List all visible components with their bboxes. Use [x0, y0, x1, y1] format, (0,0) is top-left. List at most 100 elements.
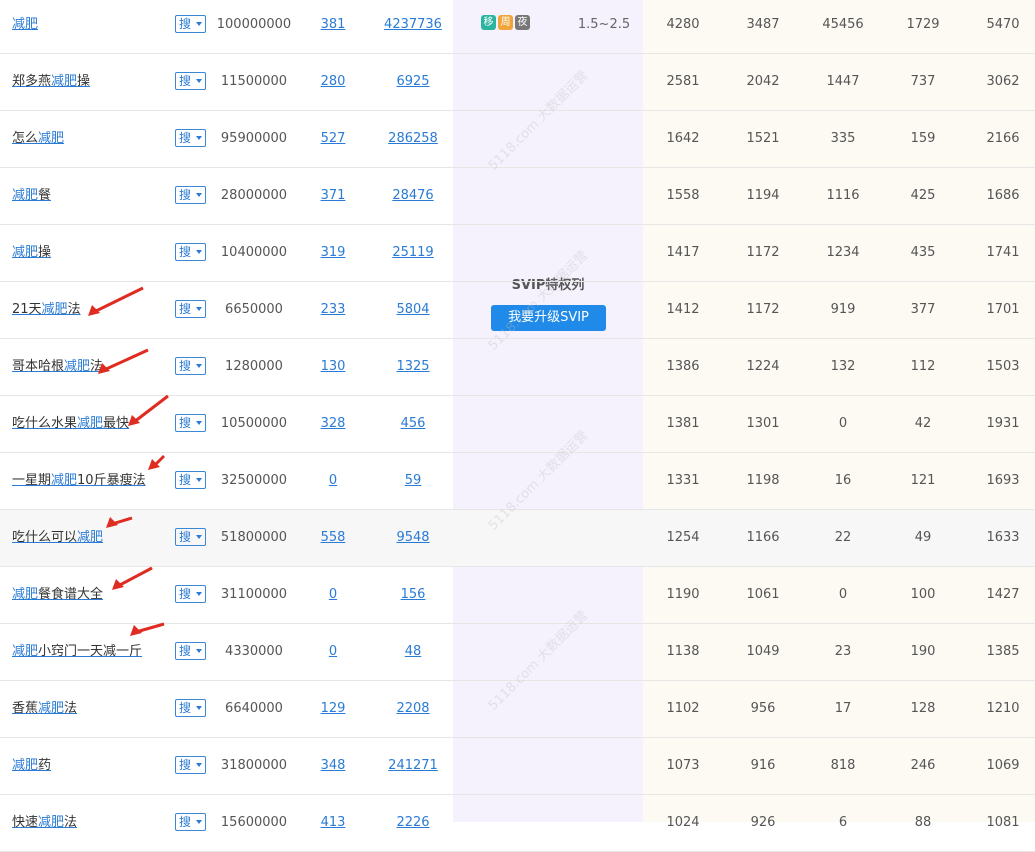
result-link[interactable]: 1325 — [380, 339, 446, 395]
count-link[interactable]: 328 — [310, 396, 356, 452]
caret-down-icon — [196, 820, 202, 824]
keyword-highlight: 减肥 — [12, 587, 39, 602]
count-link[interactable]: 0 — [310, 567, 356, 623]
keyword-highlight: 减肥 — [38, 701, 65, 716]
metric-value: 6 — [838, 815, 848, 830]
result-link[interactable]: 2226 — [380, 795, 446, 851]
keyword-link[interactable]: 快速减肥法 — [12, 795, 77, 851]
keyword-link[interactable]: 减肥小窍门一天减一斤 — [12, 624, 142, 680]
keyword-text: 哥本哈根 — [12, 359, 65, 374]
metric-value: 1558 — [666, 188, 700, 203]
search-dropdown-button[interactable]: 搜 — [175, 243, 206, 261]
result-link[interactable]: 4237736 — [380, 0, 446, 53]
index-value: 10500000 — [220, 416, 288, 431]
search-dropdown-button[interactable]: 搜 — [175, 528, 206, 546]
count-link[interactable]: 0 — [310, 624, 356, 680]
result-link[interactable]: 2208 — [380, 681, 446, 737]
keyword-text: 快速 — [12, 815, 39, 830]
result-link[interactable]: 241271 — [380, 738, 446, 794]
result-link[interactable]: 286258 — [380, 111, 446, 167]
index-value: 4330000 — [225, 644, 283, 659]
search-dropdown-button[interactable]: 搜 — [175, 300, 206, 318]
keyword-highlight: 减肥 — [51, 473, 78, 488]
metric-value: 1381 — [666, 416, 700, 431]
count-link[interactable]: 233 — [310, 282, 356, 338]
count-link[interactable]: 527 — [310, 111, 356, 167]
metric-value: 916 — [750, 758, 776, 773]
result-link[interactable]: 5804 — [380, 282, 446, 338]
search-dropdown-button[interactable]: 搜 — [175, 699, 206, 717]
search-dropdown-button[interactable]: 搜 — [175, 471, 206, 489]
keyword-link[interactable]: 一星期减肥10斤暴瘦法 — [12, 453, 146, 509]
keyword-text: 法 — [64, 815, 78, 830]
metric-value: 42 — [914, 416, 932, 431]
keyword-link[interactable]: 减肥餐食谱大全 — [12, 567, 103, 623]
metric-value: 1081 — [986, 815, 1020, 830]
search-dropdown-button[interactable]: 搜 — [175, 642, 206, 660]
metric-value: 49 — [914, 530, 932, 545]
keyword-link[interactable]: 吃什么可以减肥 — [12, 510, 103, 566]
count-link[interactable]: 130 — [310, 339, 356, 395]
red-arrow-icon — [88, 286, 144, 316]
count-link[interactable]: 319 — [310, 225, 356, 281]
result-link[interactable]: 48 — [380, 624, 446, 680]
keyword-link[interactable]: 21天减肥法 — [12, 282, 81, 338]
result-link[interactable]: 456 — [380, 396, 446, 452]
result-link[interactable]: 59 — [380, 453, 446, 509]
metric-value: 4280 — [666, 17, 700, 32]
keyword-link[interactable]: 怎么减肥 — [12, 111, 64, 167]
count-link[interactable]: 129 — [310, 681, 356, 737]
metric-value: 2581 — [666, 74, 700, 89]
result-link[interactable]: 25119 — [380, 225, 446, 281]
keyword-link[interactable]: 减肥操 — [12, 225, 51, 281]
metric-value: 1172 — [746, 302, 780, 317]
night-badge: 夜 — [515, 15, 530, 30]
table-row: 减肥药 搜 31800000 348 241271 1073 916 818 246 1069 — [0, 738, 1035, 795]
count-link[interactable]: 280 — [310, 54, 356, 110]
count-link[interactable]: 348 — [310, 738, 356, 794]
keyword-link[interactable]: 减肥餐 — [12, 168, 51, 224]
index-value: 100000000 — [216, 17, 292, 32]
result-link[interactable]: 6925 — [380, 54, 446, 110]
result-link[interactable]: 28476 — [380, 168, 446, 224]
keyword-link[interactable]: 郑多燕减肥操 — [12, 54, 90, 110]
metric-value: 1224 — [746, 359, 780, 374]
search-dropdown-button[interactable]: 搜 — [175, 357, 206, 375]
metric-value: 128 — [910, 701, 936, 716]
index-value: 51800000 — [220, 530, 288, 545]
keyword-highlight: 减肥 — [64, 359, 91, 374]
caret-down-icon — [196, 649, 202, 653]
search-dropdown-button[interactable]: 搜 — [175, 756, 206, 774]
search-dropdown-button[interactable]: 搜 — [175, 129, 206, 147]
keyword-highlight: 减肥 — [12, 245, 39, 260]
count-link[interactable]: 413 — [310, 795, 356, 851]
metric-value: 1729 — [906, 17, 940, 32]
result-link[interactable]: 156 — [380, 567, 446, 623]
metric-value: 1116 — [826, 188, 860, 203]
caret-down-icon — [196, 535, 202, 539]
keyword-text: 怎么 — [12, 131, 39, 146]
search-dropdown-button[interactable]: 搜 — [175, 414, 206, 432]
red-arrow-icon — [98, 348, 149, 374]
count-link[interactable]: 371 — [310, 168, 356, 224]
keyword-text: 药 — [38, 758, 52, 773]
search-dropdown-button[interactable]: 搜 — [175, 585, 206, 603]
count-link[interactable]: 0 — [310, 453, 356, 509]
result-link[interactable]: 9548 — [380, 510, 446, 566]
keyword-link[interactable]: 哥本哈根减肥法 — [12, 339, 103, 395]
index-value: 31100000 — [220, 587, 288, 602]
count-link[interactable]: 558 — [310, 510, 356, 566]
metric-value: 88 — [914, 815, 932, 830]
search-dropdown-button[interactable]: 搜 — [175, 186, 206, 204]
keyword-link[interactable]: 减肥药 — [12, 738, 51, 794]
search-dropdown-button[interactable]: 搜 — [175, 72, 206, 90]
search-dropdown-button[interactable]: 搜 — [175, 15, 206, 33]
keyword-highlight: 减肥 — [77, 416, 104, 431]
keyword-link[interactable]: 减肥 — [12, 0, 38, 53]
keyword-highlight: 减肥 — [12, 758, 39, 773]
count-link[interactable]: 381 — [310, 0, 356, 53]
keyword-link[interactable]: 香蕉减肥法 — [12, 681, 77, 737]
keyword-link[interactable]: 吃什么水果减肥最快 — [12, 396, 129, 452]
metric-value: 1166 — [746, 530, 780, 545]
search-dropdown-button[interactable]: 搜 — [175, 813, 206, 831]
